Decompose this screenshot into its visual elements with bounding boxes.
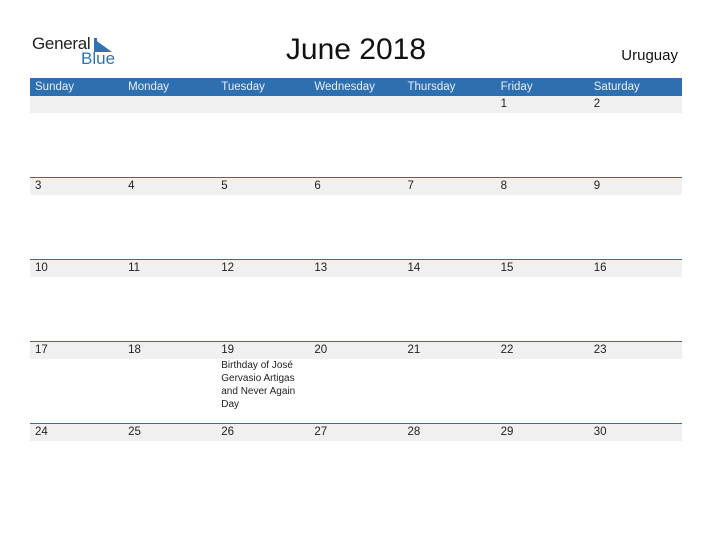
day-number: 15 [500, 262, 514, 274]
day-number: 5 [221, 180, 228, 192]
date-row: 24 25 26 27 28 29 30 [30, 424, 682, 441]
day-number: 16 [593, 262, 607, 274]
day-number [403, 96, 496, 113]
events-row: Birthday of José Gervasio Artigas and Ne… [30, 359, 682, 411]
week-row: 10 11 12 13 14 15 16 [30, 259, 682, 341]
day-number: 13 [314, 262, 328, 274]
day-number: 6 [314, 180, 321, 192]
day-event [496, 359, 589, 411]
date-row: 3 4 5 6 7 8 9 [30, 178, 682, 195]
week-row: 12 [30, 96, 682, 177]
day-event [30, 359, 123, 411]
day-number: 10 [35, 262, 48, 274]
week-row: 24 25 26 27 28 29 30 [30, 423, 682, 505]
week-row: 3 4 5 6 7 8 9 [30, 177, 682, 259]
day-number: 21 [407, 344, 421, 356]
day-number: 19 [221, 344, 235, 356]
day-number: 24 [35, 426, 48, 438]
date-row: 17 18 19 20 21 22 23 [30, 342, 682, 359]
day-number: 14 [407, 262, 421, 274]
date-row: 12 [30, 96, 682, 113]
weekday-monday: Monday [128, 81, 170, 93]
day-number: 1 [500, 98, 508, 110]
day-number: 17 [35, 344, 48, 356]
day-number: 9 [593, 180, 601, 192]
day-number: 23 [593, 344, 607, 356]
day-number: 30 [593, 426, 607, 438]
day-event [589, 359, 682, 411]
day-number [309, 96, 402, 113]
weekday-thursday: Thursday [407, 81, 456, 93]
day-number: 2 [593, 98, 601, 110]
weekday-tuesday: Tuesday [221, 81, 265, 93]
day-number: 4 [128, 180, 135, 192]
week-row: 17 18 19 20 21 22 23 Birthday of José Gervasio … [30, 341, 682, 423]
day-number: 28 [407, 426, 421, 438]
day-number: 7 [407, 180, 414, 192]
weekday-header: Sunday Monday Tuesday Wednesday Thursday… [30, 78, 682, 96]
day-number [123, 96, 216, 113]
day-number: 29 [500, 426, 514, 438]
day-number [30, 96, 123, 113]
day-event: Birthday of José Gervasio Artigas and Ne… [221, 360, 296, 410]
weeks-container: 1 2 3 4 5 6 7 8 9 10 11 12 13 14 15 16 17 18 19 20 21 22 23 Bir… [30, 96, 682, 505]
day-number: 12 [221, 262, 235, 274]
day-event [123, 359, 216, 411]
day-number [216, 96, 309, 113]
weekday-saturday: Saturday [593, 81, 640, 93]
calendar-grid: Sunday Monday Tuesday Wednesday Thursday… [30, 78, 682, 505]
weekday-wednesday: Wednesday [314, 81, 375, 93]
day-number: 11 [128, 262, 141, 274]
day-number: 8 [500, 180, 508, 192]
calendar-title: June 2018 [285, 33, 427, 66]
day-number: 25 [128, 426, 141, 438]
day-number: 26 [221, 426, 235, 438]
country-label: Uruguay [621, 47, 678, 64]
day-number: 18 [128, 344, 141, 356]
date-row: 10 11 12 13 14 15 16 [30, 260, 682, 277]
weekday-friday: Friday [500, 81, 533, 93]
day-number: 27 [314, 426, 328, 438]
day-number: 22 [500, 344, 514, 356]
day-number: 20 [314, 344, 328, 356]
weekday-sunday: Sunday [35, 81, 75, 93]
day-event [403, 359, 496, 411]
day-number: 3 [35, 180, 42, 192]
day-event [309, 359, 402, 411]
